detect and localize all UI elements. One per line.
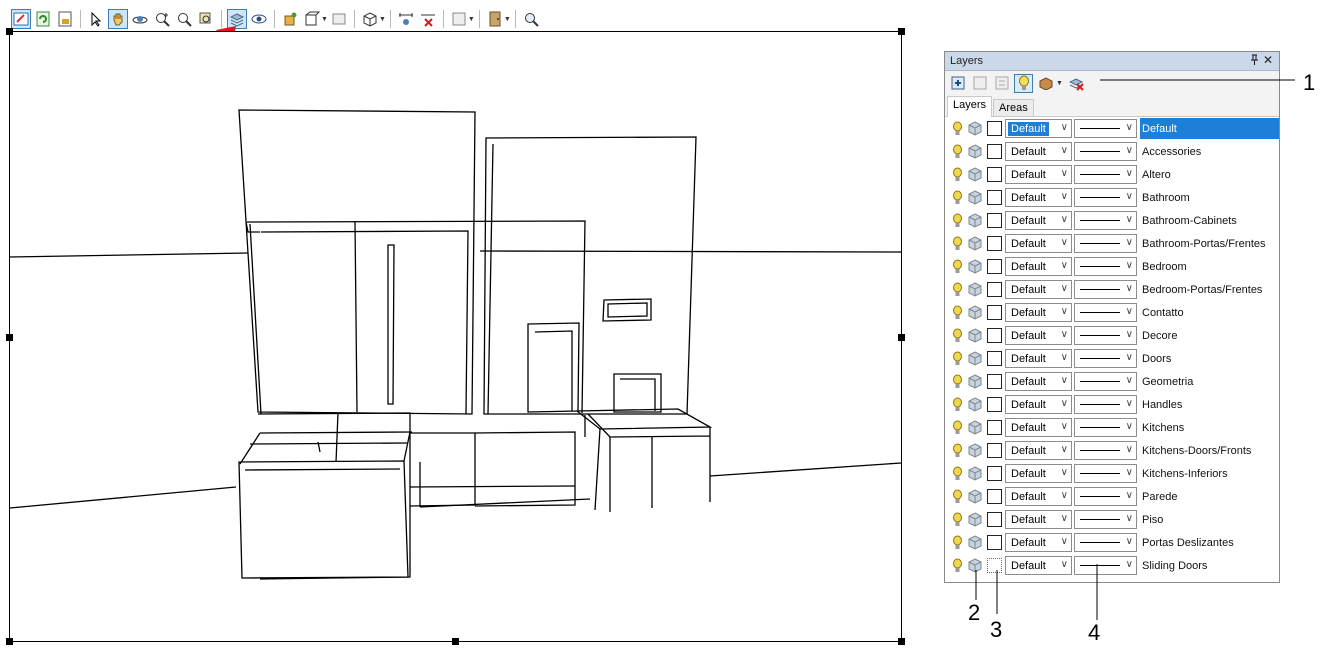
callout-1: 1 [1303,70,1316,95]
callout-4: 4 [1088,620,1101,645]
callout-lines [975,79,1295,620]
callout-2: 2 [968,600,981,625]
callout-3: 3 [990,617,1003,642]
